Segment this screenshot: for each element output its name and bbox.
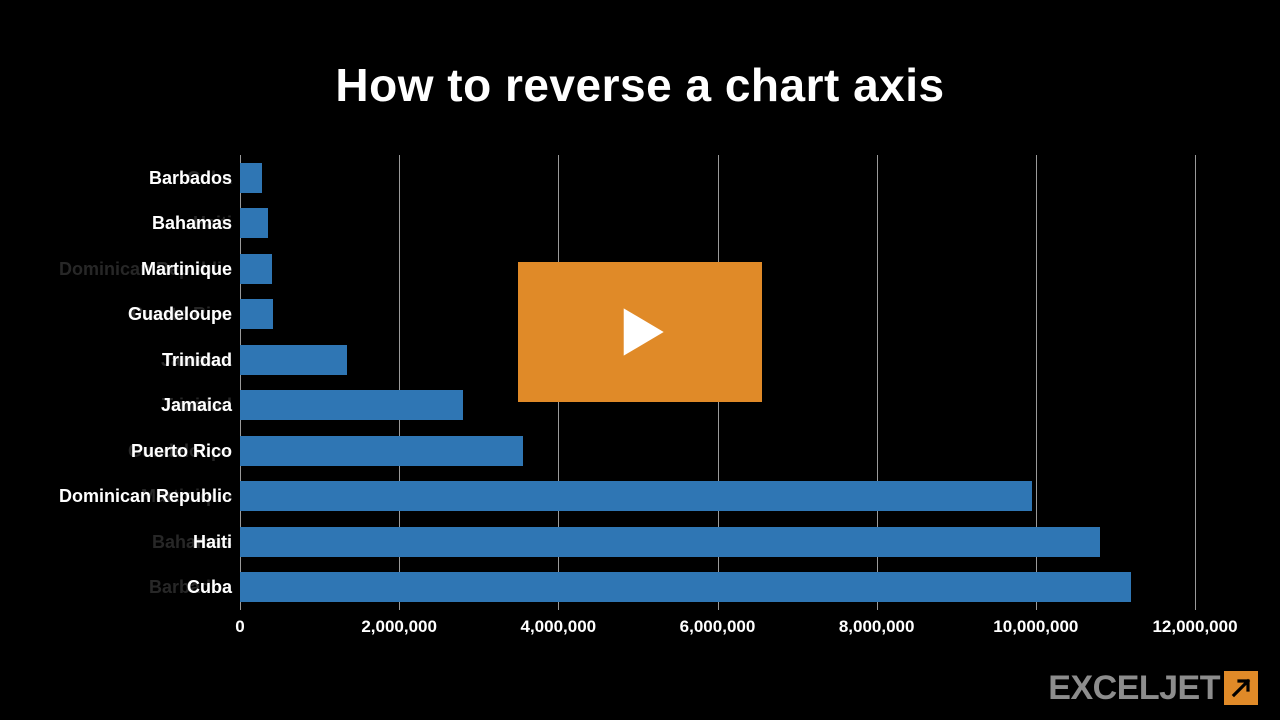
bar: [240, 436, 523, 466]
bar-row: [240, 436, 1195, 466]
brand-logo-mark: [1224, 671, 1258, 705]
category-label: Puerto Rico: [50, 436, 232, 466]
category-label: Bahamas: [50, 208, 232, 238]
bar: [240, 208, 268, 238]
category-label: Barbados: [50, 163, 232, 193]
bar: [240, 163, 262, 193]
bar-row: [240, 527, 1195, 557]
play-button[interactable]: [518, 262, 762, 402]
value-axis-labels: 02,000,0004,000,0006,000,0008,000,00010,…: [240, 617, 1195, 642]
category-label: Martinique: [50, 254, 232, 284]
category-label: Dominican Republic: [50, 481, 232, 511]
category-label: Jamaica: [50, 390, 232, 420]
bar: [240, 345, 347, 375]
bar: [240, 527, 1100, 557]
x-tick-label: 0: [235, 617, 244, 637]
page-title: How to reverse a chart axis: [0, 0, 1280, 112]
x-tick-label: 4,000,000: [521, 617, 597, 637]
bar: [240, 572, 1131, 602]
bar-row: [240, 572, 1195, 602]
x-tick-label: 12,000,000: [1152, 617, 1237, 637]
category-label: Guadeloupe: [50, 299, 232, 329]
brand-logo: EXCELJET: [1048, 669, 1258, 708]
category-label: Cuba: [50, 572, 232, 602]
gridline: [1195, 155, 1196, 610]
play-icon: [603, 295, 677, 369]
x-tick-label: 2,000,000: [361, 617, 437, 637]
category-axis-labels: Barbados Bahamas Martinique Guadeloupe Trini…: [50, 155, 232, 610]
bar-row: [240, 208, 1195, 238]
bar: [240, 299, 273, 329]
x-tick-label: 8,000,000: [839, 617, 915, 637]
bar: [240, 481, 1032, 511]
category-label: Trinidad: [50, 345, 232, 375]
bar: [240, 390, 463, 420]
category-label: Haiti: [50, 527, 232, 557]
bar-row: [240, 163, 1195, 193]
arrow-icon: [1229, 676, 1253, 700]
bar: [240, 254, 272, 284]
brand-logo-text: EXCELJET: [1048, 669, 1220, 708]
bar-row: [240, 481, 1195, 511]
x-tick-label: 6,000,000: [680, 617, 756, 637]
x-tick-label: 10,000,000: [993, 617, 1078, 637]
